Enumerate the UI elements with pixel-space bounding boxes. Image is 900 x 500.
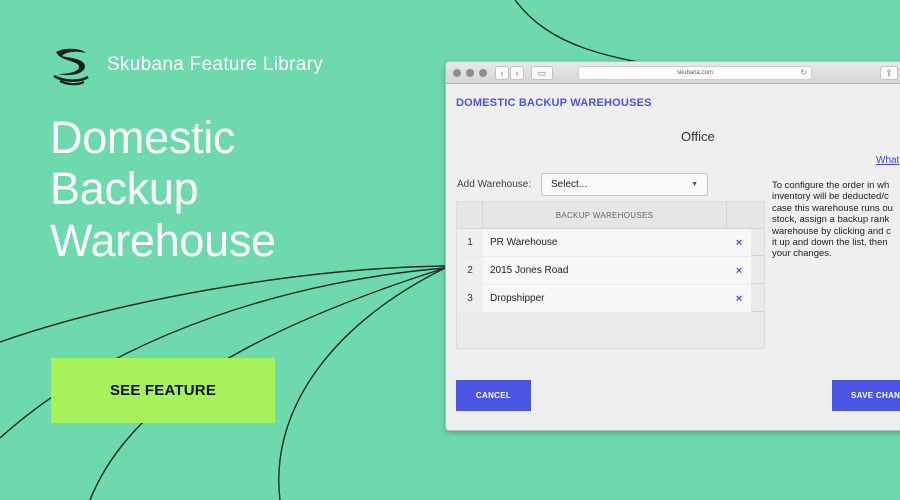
rank-column-header	[457, 202, 483, 229]
dropdown-caret-icon: ▼	[691, 181, 698, 188]
help-link[interactable]: What	[876, 155, 899, 166]
page-content: DOMESTIC BACKUP WAREHOUSES Office What A…	[446, 85, 900, 430]
window-close-dot[interactable]	[453, 69, 461, 77]
back-arrow-icon[interactable]: ‹	[495, 66, 509, 80]
remove-icon[interactable]: ×	[729, 229, 749, 256]
remove-icon[interactable]: ×	[729, 257, 749, 284]
url-text: skubana.com	[677, 70, 713, 76]
sidebar-toggle-icon[interactable]: ▭	[531, 66, 553, 80]
column-divider	[726, 202, 727, 229]
row-rank: 1	[457, 229, 483, 256]
add-warehouse-label: Add Warehouse:	[457, 179, 532, 190]
browser-window: ‹ › ▭ skubana.com ↻ ⇪ DOMESTIC BACKUP WA…	[445, 61, 900, 431]
backup-warehouses-table: BACKUP WAREHOUSES 1 PR Warehouse × 2 201…	[456, 201, 765, 349]
row-warehouse-name: PR Warehouse	[483, 229, 751, 256]
brand-header: Skubana Feature Library	[50, 44, 323, 86]
window-minimize-dot[interactable]	[466, 69, 474, 77]
warehouse-name: Office	[681, 129, 715, 144]
warehouses-column-header: BACKUP WAREHOUSES	[555, 211, 654, 220]
remove-icon[interactable]: ×	[729, 285, 749, 312]
forward-arrow-icon[interactable]: ›	[510, 66, 524, 80]
see-feature-button[interactable]: SEE FEATURE	[51, 358, 275, 423]
save-changes-button[interactable]: SAVE CHAN	[832, 380, 900, 411]
browser-toolbar: ‹ › ▭ skubana.com ↻ ⇪	[446, 62, 900, 84]
page-heading: DOMESTIC BACKUP WAREHOUSES	[456, 97, 652, 109]
table-row[interactable]: 3 Dropshipper ×	[457, 285, 764, 312]
table-header: BACKUP WAREHOUSES	[457, 202, 764, 229]
add-warehouse-select[interactable]: Select... ▼	[541, 173, 708, 196]
row-rank: 3	[457, 285, 483, 312]
row-warehouse-name: 2015 Jones Road	[483, 257, 751, 284]
address-bar[interactable]: skubana.com ↻	[578, 66, 812, 80]
skubana-logo-icon	[53, 48, 89, 86]
reload-icon[interactable]: ↻	[800, 68, 807, 77]
instructions-text: To configure the order in wh inventory w…	[772, 180, 893, 260]
table-row[interactable]: 1 PR Warehouse ×	[457, 229, 764, 256]
window-zoom-dot[interactable]	[479, 69, 487, 77]
row-rank: 2	[457, 257, 483, 284]
cancel-button[interactable]: CANCEL	[456, 380, 531, 411]
share-icon[interactable]: ⇪	[880, 66, 898, 80]
select-value: Select...	[551, 179, 588, 190]
hero-title: Domestic Backup Warehouse	[50, 112, 276, 266]
brand-name: Skubana Feature Library	[107, 54, 324, 75]
row-warehouse-name: Dropshipper	[483, 285, 751, 312]
table-row[interactable]: 2 2015 Jones Road ×	[457, 257, 764, 284]
